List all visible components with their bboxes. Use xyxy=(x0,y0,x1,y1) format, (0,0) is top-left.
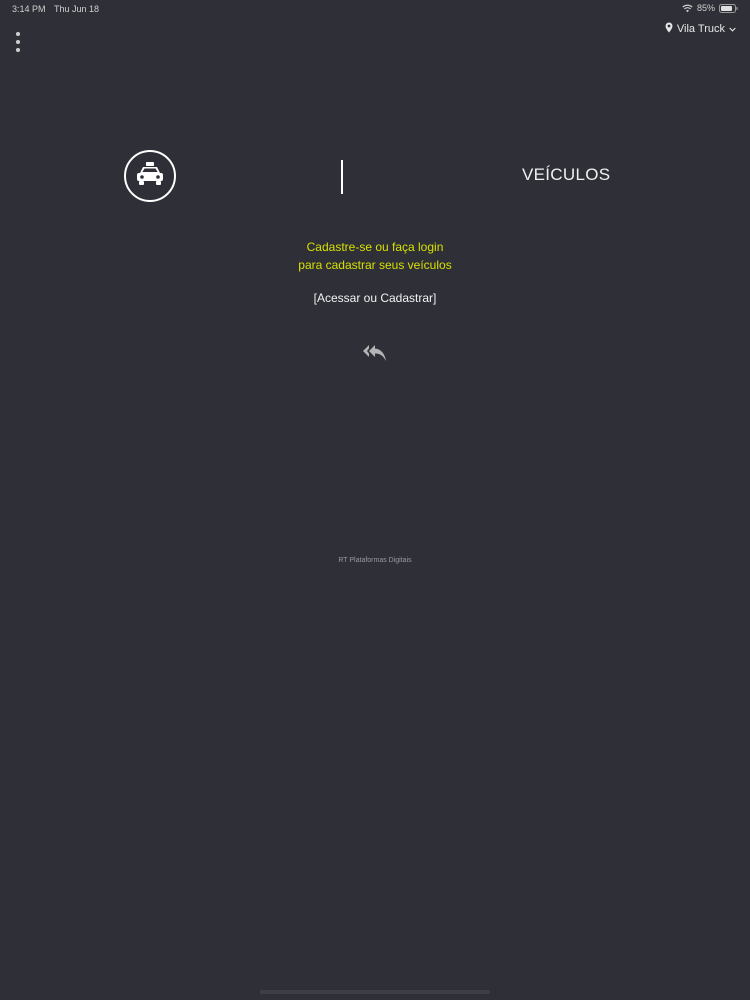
taxi-icon xyxy=(135,161,165,192)
dot-icon xyxy=(16,40,20,44)
page-title: VEÍCULOS xyxy=(522,165,611,184)
status-time: 3:14 PM xyxy=(12,4,46,14)
vehicle-badge xyxy=(124,150,176,202)
status-bar: 3:14 PM Thu Jun 18 85% xyxy=(0,0,750,18)
chevron-down-icon xyxy=(729,23,736,35)
status-date: Thu Jun 18 xyxy=(54,4,100,14)
home-indicator[interactable] xyxy=(260,990,490,994)
more-options-button[interactable] xyxy=(11,31,25,53)
location-selector[interactable]: Vila Truck xyxy=(665,22,736,36)
wifi-icon xyxy=(682,4,693,13)
login-prompt: Cadastre-se ou faça login para cadastrar… xyxy=(0,238,750,274)
footer-credit: RT Plataformas Digitais xyxy=(338,557,412,564)
map-pin-icon xyxy=(665,22,673,36)
back-button[interactable] xyxy=(361,344,389,366)
status-indicators: 85% xyxy=(682,3,738,13)
header-divider xyxy=(341,160,343,194)
dot-icon xyxy=(16,32,20,36)
prompt-line-1: Cadastre-se ou faça login xyxy=(306,240,444,254)
battery-percent: 85% xyxy=(696,3,715,13)
dot-icon xyxy=(16,48,20,52)
app-screen: 3:14 PM Thu Jun 18 85% Vila Truck VEÍCUL… xyxy=(0,0,750,1000)
location-label: Vila Truck xyxy=(676,23,725,35)
reply-all-icon xyxy=(362,343,388,368)
battery-icon xyxy=(719,3,738,13)
page-header: VEÍCULOS xyxy=(0,148,750,204)
prompt-line-2: para cadastrar seus veículos xyxy=(298,258,452,272)
access-or-register-link[interactable]: [Acessar ou Cadastrar] xyxy=(0,291,750,305)
